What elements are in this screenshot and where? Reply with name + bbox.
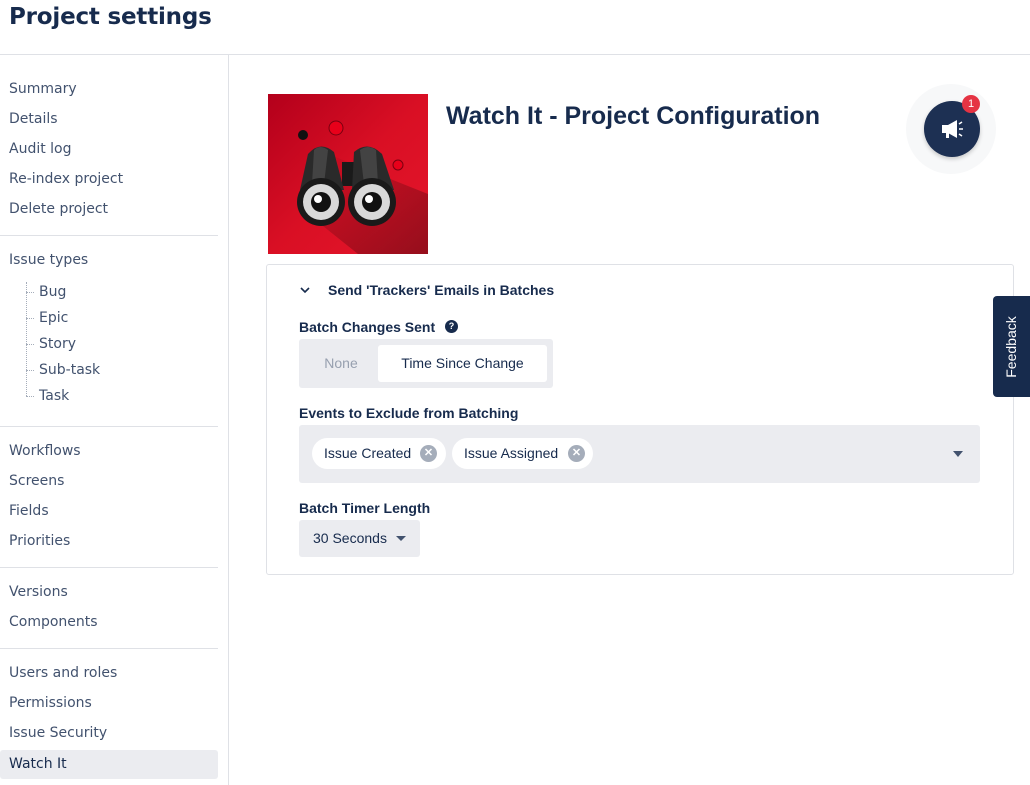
sidebar-item-priorities[interactable]: Priorities xyxy=(0,527,218,556)
sidebar-item-story[interactable]: Story xyxy=(39,334,76,354)
sidebar-item-details[interactable]: Details xyxy=(0,105,218,134)
sidebar-item-issue-security[interactable]: Issue Security xyxy=(0,719,218,748)
exclude-events-label: Events to Exclude from Batching xyxy=(299,405,519,421)
sidebar-item-fields[interactable]: Fields xyxy=(0,497,218,526)
remove-chip-icon[interactable]: ✕ xyxy=(420,445,437,462)
sidebar-item-bug[interactable]: Bug xyxy=(39,282,66,302)
batch-mode-toggle: None Time Since Change xyxy=(299,339,553,388)
sidebar-item-permissions[interactable]: Permissions xyxy=(0,689,218,718)
sidebar-divider xyxy=(0,426,218,427)
remove-chip-icon[interactable]: ✕ xyxy=(568,445,585,462)
sidebar-item-components[interactable]: Components xyxy=(0,608,218,637)
notification-badge: 1 xyxy=(962,95,980,113)
feedback-label[interactable]: Feedback xyxy=(1003,316,1019,377)
sidebar-item-summary[interactable]: Summary xyxy=(0,75,218,104)
batch-changes-label: Batch Changes Sent xyxy=(299,319,436,335)
caret-down-icon[interactable] xyxy=(396,536,406,541)
sidebar-item-delete-project[interactable]: Delete project xyxy=(0,195,218,224)
chip-issue-assigned: Issue Assigned ✕ xyxy=(452,438,593,469)
chip-label: Issue Created xyxy=(324,445,412,461)
sidebar-item-audit-log[interactable]: Audit log xyxy=(0,135,218,164)
sidebar-item-issue-types[interactable]: Issue types xyxy=(0,246,218,275)
config-title: Watch It - Project Configuration xyxy=(446,102,821,130)
caret-down-icon[interactable] xyxy=(953,451,963,457)
section-title[interactable]: Send 'Trackers' Emails in Batches xyxy=(328,282,554,298)
binoculars-logo xyxy=(268,94,428,254)
help-icon[interactable]: ? xyxy=(445,320,458,333)
sidebar-item-sub-task[interactable]: Sub-task xyxy=(39,360,100,380)
sidebar-item-users-and-roles[interactable]: Users and roles xyxy=(0,659,218,688)
sidebar-item-workflows[interactable]: Workflows xyxy=(0,437,218,466)
sidebar-divider xyxy=(0,567,218,568)
sidebar-item-epic[interactable]: Epic xyxy=(39,308,68,328)
toggle-option-time-since-change[interactable]: Time Since Change xyxy=(378,345,547,382)
exclude-events-multiselect[interactable]: Issue Created ✕ Issue Assigned ✕ xyxy=(299,425,980,483)
sidebar-divider xyxy=(0,648,218,649)
binoculars-icon xyxy=(297,120,428,254)
sidebar-divider xyxy=(0,235,218,236)
chip-issue-created: Issue Created ✕ xyxy=(312,438,446,469)
chip-label: Issue Assigned xyxy=(464,445,559,461)
timer-length-label: Batch Timer Length xyxy=(299,500,431,516)
sidebar-item-task[interactable]: Task xyxy=(39,386,69,406)
tree-line xyxy=(26,282,27,396)
page-header: Project settings xyxy=(0,0,1030,55)
page-title: Project settings xyxy=(9,4,212,30)
toggle-option-none[interactable]: None xyxy=(305,345,377,382)
sidebar-item-versions[interactable]: Versions xyxy=(0,578,218,607)
chevron-down-icon[interactable] xyxy=(297,285,313,297)
sidebar-item-watch-it[interactable]: Watch It xyxy=(0,750,218,779)
sidebar-item-reindex-project[interactable]: Re-index project xyxy=(0,165,218,194)
sidebar-item-screens[interactable]: Screens xyxy=(0,467,218,496)
